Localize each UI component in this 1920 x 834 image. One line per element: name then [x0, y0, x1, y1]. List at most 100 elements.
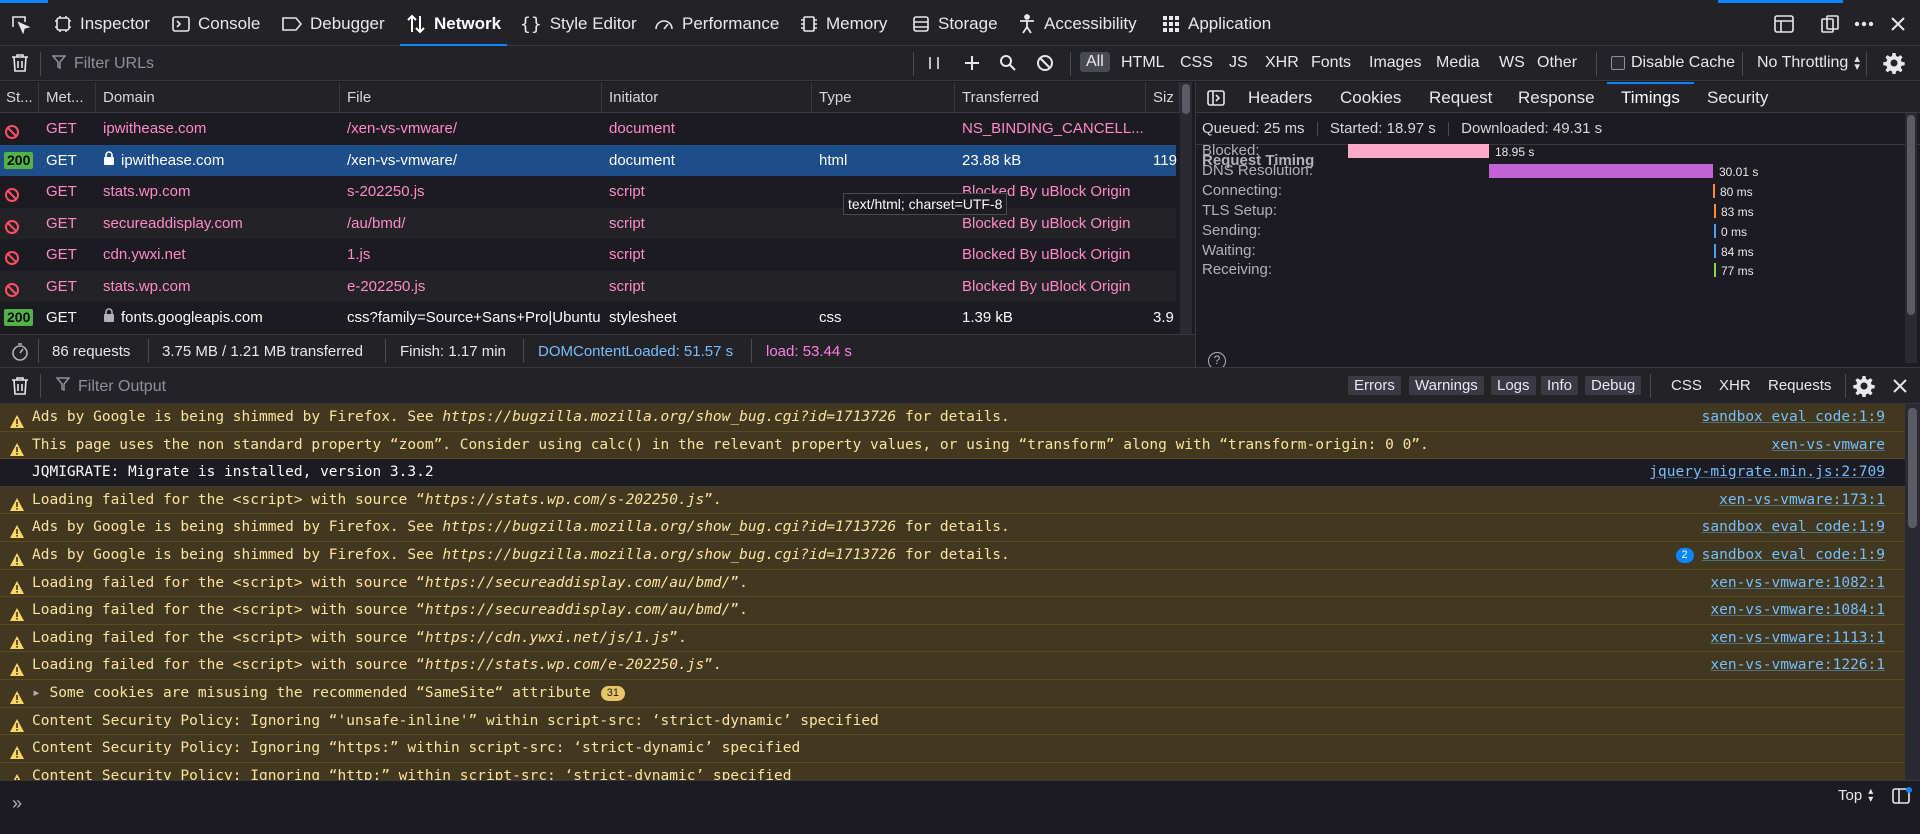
- column-transferred[interactable]: Transferred: [956, 82, 1146, 113]
- tab-request[interactable]: Request: [1429, 88, 1492, 108]
- close-icon[interactable]: [1888, 374, 1912, 398]
- disable-cache-checkbox[interactable]: [1611, 56, 1625, 70]
- message-source-link[interactable]: sandbox eval code:1:9: [1702, 514, 1885, 541]
- help-icon[interactable]: ?: [1208, 352, 1226, 367]
- more-options-icon[interactable]: [1852, 12, 1876, 36]
- trash-icon[interactable]: [8, 51, 32, 75]
- tab-cookies[interactable]: Cookies: [1340, 88, 1401, 108]
- console-scrollbar[interactable]: [1905, 404, 1920, 780]
- table-row[interactable]: 200 GET fonts.googleapis.com css?family=Sou…: [0, 302, 1176, 334]
- filter-media[interactable]: Media: [1436, 54, 1480, 72]
- filter-requests[interactable]: Requests: [1768, 377, 1831, 394]
- table-scrollbar[interactable]: [1180, 82, 1192, 334]
- level-warnings[interactable]: Warnings: [1409, 376, 1484, 395]
- console-warning[interactable]: Content Security Policy: Ignoring “https…: [0, 735, 1905, 763]
- scrollbar-thumb[interactable]: [1908, 408, 1917, 528]
- tab-inspector[interactable]: Inspector: [54, 9, 150, 39]
- details-scrollbar[interactable]: [1905, 113, 1917, 363]
- tab-performance[interactable]: Performance: [654, 9, 779, 39]
- tab-memory[interactable]: Memory: [800, 9, 887, 39]
- filter-xhr[interactable]: XHR: [1719, 377, 1751, 394]
- table-row[interactable]: GET ipwithease.com/xen-vs-vmware/document…: [0, 113, 1176, 145]
- tab-headers[interactable]: Headers: [1248, 88, 1312, 108]
- level-debug[interactable]: Debug: [1585, 376, 1642, 395]
- scrollbar-thumb[interactable]: [1182, 84, 1190, 114]
- console-warning[interactable]: Loading failed for the <script> with sou…: [0, 624, 1905, 653]
- console-input[interactable]: [40, 789, 1820, 817]
- console-warning[interactable]: Content Security Policy: Ignoring “'unsa…: [0, 707, 1905, 736]
- filter-xhr[interactable]: XHR: [1265, 54, 1299, 72]
- editor-mode-icon[interactable]: [1890, 784, 1914, 808]
- add-request-icon[interactable]: [960, 51, 984, 75]
- split-console-icon[interactable]: [1772, 12, 1796, 36]
- message-source-link[interactable]: xen-vs-vmware:173:1: [1719, 487, 1885, 514]
- toggle-sidebar-icon[interactable]: [1204, 86, 1228, 110]
- column-status[interactable]: St...: [0, 82, 39, 113]
- console-warning[interactable]: ▸ Some cookies are misusing the recommen…: [0, 680, 1905, 708]
- gear-icon[interactable]: [1882, 51, 1906, 75]
- message-source-link[interactable]: xen-vs-vmware: [1772, 432, 1886, 459]
- column-domain[interactable]: Domain: [97, 82, 340, 113]
- filter-other[interactable]: Other: [1537, 54, 1577, 72]
- console-warning[interactable]: Loading failed for the <script> with sou…: [0, 569, 1905, 598]
- column-method[interactable]: Met...: [40, 82, 96, 113]
- tab-debugger[interactable]: Debugger: [282, 9, 385, 39]
- tab-timings[interactable]: Timings: [1607, 82, 1694, 108]
- context-selector[interactable]: Top ▴ ▾: [1838, 786, 1873, 804]
- column-type[interactable]: Type: [813, 82, 955, 113]
- tab-console[interactable]: Console: [172, 9, 260, 39]
- message-source-link[interactable]: xen-vs-vmware:1113:1: [1710, 625, 1885, 652]
- console-warning[interactable]: Loading failed for the <script> with sou…: [0, 652, 1905, 680]
- message-source-link[interactable]: xen-vs-vmware:1226:1: [1710, 652, 1885, 679]
- console-log[interactable]: JQMIGRATE: Migrate is installed, version…: [0, 459, 1905, 487]
- tab-accessibility[interactable]: Accessibility: [1018, 9, 1137, 39]
- table-row[interactable]: GET cdn.ywxi.net 1.js script Blocked By uBlo…: [0, 239, 1176, 271]
- scrollbar-thumb[interactable]: [1907, 115, 1915, 315]
- column-file[interactable]: File: [341, 82, 602, 113]
- filter-html[interactable]: HTML: [1121, 54, 1165, 72]
- tab-response[interactable]: Response: [1518, 88, 1595, 108]
- console-warning[interactable]: Loading failed for the <script> with sou…: [0, 597, 1905, 625]
- tab-style-editor[interactable]: {} Style Editor: [520, 9, 637, 39]
- filter-output-input[interactable]: Filter Output: [55, 377, 166, 396]
- block-requests-icon[interactable]: [1033, 51, 1057, 75]
- dock-side-icon[interactable]: [1818, 12, 1842, 36]
- tab-application[interactable]: Application: [1162, 9, 1271, 39]
- trash-icon[interactable]: [8, 374, 32, 398]
- level-logs[interactable]: Logs: [1491, 376, 1536, 395]
- filter-urls-input[interactable]: Filter URLs: [51, 52, 912, 76]
- element-picker-icon[interactable]: [8, 12, 32, 36]
- filter-images[interactable]: Images: [1369, 54, 1421, 72]
- throttling-select[interactable]: No Throttling ▴ ▾: [1757, 54, 1860, 73]
- message-source-link[interactable]: 2 sandbox eval code:1:9: [1675, 542, 1885, 569]
- message-source-link[interactable]: xen-vs-vmware:1084:1: [1710, 597, 1885, 624]
- search-icon[interactable]: [996, 51, 1020, 75]
- console-warning[interactable]: Ads by Google is being shimmed by Firefo…: [0, 404, 1905, 432]
- level-info[interactable]: Info: [1541, 376, 1579, 395]
- tab-storage[interactable]: Storage: [912, 9, 998, 39]
- filter-js[interactable]: JS: [1229, 54, 1248, 72]
- filter-all[interactable]: All: [1080, 52, 1110, 72]
- message-source-link[interactable]: sandbox eval code:1:9: [1702, 404, 1885, 431]
- gear-icon[interactable]: [1852, 374, 1876, 398]
- console-warning[interactable]: Loading failed for the <script> with sou…: [0, 486, 1905, 515]
- pause-icon[interactable]: [922, 51, 946, 75]
- console-warning[interactable]: This page uses the non standard property…: [0, 431, 1905, 460]
- expand-triangle-icon[interactable]: ▸: [32, 685, 49, 701]
- message-source-link[interactable]: jquery-migrate.min.js:2:709: [1649, 459, 1885, 486]
- message-source-link[interactable]: xen-vs-vmware:1082:1: [1710, 570, 1885, 597]
- console-warning[interactable]: Ads by Google is being shimmed by Firefo…: [0, 514, 1905, 542]
- filter-css[interactable]: CSS: [1180, 54, 1213, 72]
- stopwatch-icon[interactable]: [8, 340, 32, 364]
- console-warning[interactable]: Content Security Policy: Ignoring “http:…: [0, 762, 1905, 780]
- filter-fonts[interactable]: Fonts: [1311, 54, 1351, 72]
- column-initiator[interactable]: Initiator: [603, 82, 812, 113]
- column-size[interactable]: Siz: [1147, 82, 1180, 113]
- console-warning[interactable]: Ads by Google is being shimmed by Firefo…: [0, 542, 1905, 570]
- tab-security[interactable]: Security: [1707, 88, 1768, 108]
- level-errors[interactable]: Errors: [1348, 376, 1401, 395]
- tab-network[interactable]: Network: [399, 9, 508, 47]
- close-icon[interactable]: [1886, 12, 1910, 36]
- filter-ws[interactable]: WS: [1499, 54, 1525, 72]
- table-row[interactable]: GET stats.wp.com e-202250.js script Blocked …: [0, 270, 1176, 302]
